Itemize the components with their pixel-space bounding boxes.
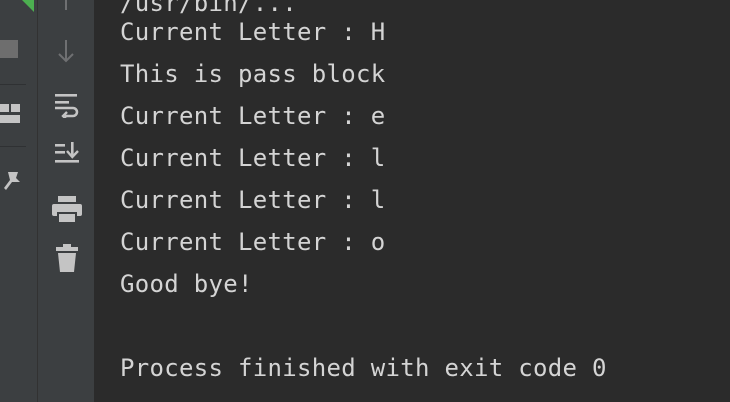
trash-icon[interactable] bbox=[55, 244, 79, 272]
stop-icon[interactable] bbox=[0, 40, 20, 60]
console-line: Good bye! bbox=[120, 270, 253, 298]
layout-icon[interactable] bbox=[0, 104, 22, 126]
console-toolbar bbox=[38, 0, 95, 402]
console-line: Current Letter : l bbox=[120, 186, 386, 214]
console-line: Current Letter : l bbox=[120, 144, 386, 172]
separator bbox=[0, 84, 26, 85]
scroll-down-icon[interactable] bbox=[55, 38, 77, 66]
run-tool-strip bbox=[0, 0, 38, 402]
console-line: Process finished with exit code 0 bbox=[120, 354, 607, 382]
console-line: Current Letter : o bbox=[120, 228, 386, 256]
separator bbox=[0, 146, 26, 147]
print-icon[interactable] bbox=[52, 196, 82, 224]
scroll-up-icon[interactable] bbox=[55, 0, 77, 16]
console-line: Current Letter : e bbox=[120, 102, 386, 130]
console-line: Current Letter : H bbox=[120, 18, 386, 46]
run-icon[interactable] bbox=[14, 0, 36, 16]
console-line: This is pass block bbox=[120, 60, 386, 88]
pin-icon[interactable] bbox=[0, 168, 24, 192]
scroll-to-end-icon[interactable] bbox=[53, 142, 81, 168]
console-output[interactable]: /usr/bin/... Current Letter : H This is … bbox=[95, 0, 730, 402]
soft-wrap-icon[interactable] bbox=[53, 92, 81, 118]
